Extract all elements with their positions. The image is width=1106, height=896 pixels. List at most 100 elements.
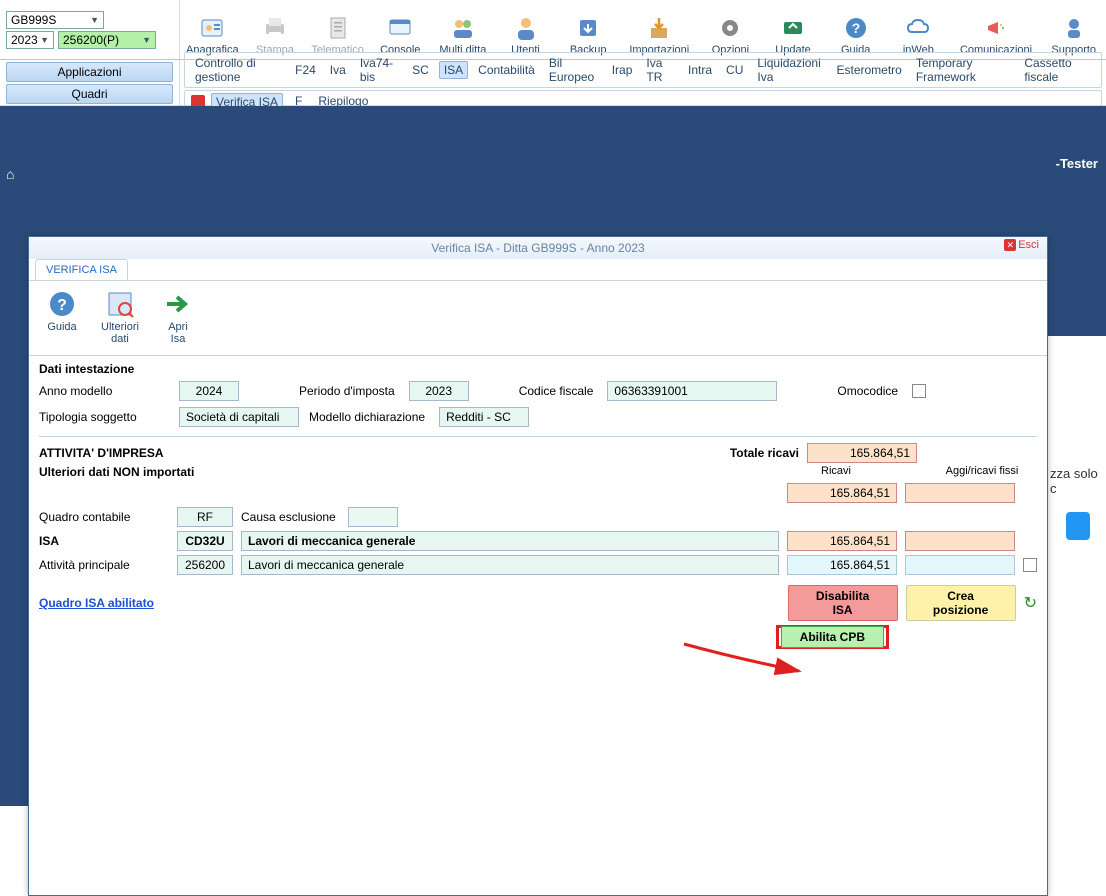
user-icon: [510, 12, 542, 44]
left-nav-buttons: Applicazioni Quadri: [0, 60, 180, 106]
field-modello[interactable]: Redditi - SC: [439, 407, 529, 427]
person-card-icon: [196, 12, 228, 44]
module-tab[interactable]: Esterometro: [832, 62, 905, 78]
form-dati-intestazione: Anno modello 2024 Periodo d'imposta 2023…: [29, 378, 1047, 430]
toolbar-label: Ulteriori dati: [101, 321, 139, 345]
module-tab[interactable]: Irap: [608, 62, 637, 78]
label-quadro-contabile: Quadro contabile: [39, 510, 169, 524]
field-tipologia[interactable]: Società di capitali: [179, 407, 299, 427]
refresh-icon[interactable]: ↻: [1024, 593, 1037, 613]
module-tab[interactable]: Iva74-bis: [356, 55, 402, 85]
module-tab[interactable]: CU: [722, 62, 747, 78]
module-tab[interactable]: Iva TR: [642, 55, 678, 85]
module-tab[interactable]: Controllo di gestione: [191, 55, 285, 85]
backup-icon: [572, 12, 604, 44]
label-causa-esclusione: Causa esclusione: [241, 510, 336, 524]
module-tab[interactable]: Iva: [326, 62, 350, 78]
totale-ricavi-value: 165.864,51: [807, 443, 917, 463]
toolbar-label: Apri Isa: [168, 321, 188, 345]
module-tab[interactable]: SC: [408, 62, 433, 78]
year-combo[interactable]: 2023 ▼: [6, 31, 54, 49]
close-icon: ✕: [1004, 239, 1016, 251]
help-icon: ?: [45, 287, 79, 321]
toolbar-label: Guida: [47, 321, 76, 333]
module-tab[interactable]: F24: [291, 62, 320, 78]
module-tab[interactable]: ISA: [439, 61, 468, 79]
modal-toolbar: ? Guida Ulteriori dati Apri Isa: [29, 281, 1047, 356]
toolbar-ulteriori-dati[interactable]: Ulteriori dati: [93, 287, 147, 345]
crea-posizione-button[interactable]: Crea posizione: [906, 585, 1016, 621]
verifica-isa-window: Verifica ISA - Ditta GB999S - Anno 2023 …: [28, 236, 1048, 896]
ulteriori-dati-label: Ulteriori dati NON importati: [39, 463, 781, 481]
module-tab[interactable]: Liquidazioni Iva: [753, 55, 826, 85]
col-ricavi: Ricavi: [781, 465, 891, 479]
code-combo[interactable]: 256200(P) ▼: [58, 31, 156, 49]
help-icon: ?: [840, 12, 872, 44]
aggi-value: [905, 483, 1015, 503]
code-value: 256200(P): [63, 33, 119, 47]
toolbar-apri-isa[interactable]: Apri Isa: [151, 287, 205, 345]
abilita-cpb-highlight: Abilita CPB: [776, 625, 889, 649]
svg-text:?: ?: [851, 20, 860, 36]
second-row: Applicazioni Quadri Controllo di gestion…: [0, 60, 1106, 106]
abilita-cpb-button[interactable]: Abilita CPB: [781, 626, 884, 648]
window-title: Verifica ISA - Ditta GB999S - Anno 2023: [431, 241, 644, 255]
window-title-bar: Verifica ISA - Ditta GB999S - Anno 2023 …: [29, 237, 1047, 259]
svg-text:?: ?: [57, 297, 67, 314]
link-quadro-isa-abilitato[interactable]: Quadro ISA abilitato: [39, 596, 154, 610]
side-panel: zza solo c: [1046, 336, 1106, 896]
chevron-down-icon: ▼: [142, 35, 151, 45]
field-att-princ-desc[interactable]: Lavori di meccanica generale: [241, 555, 779, 575]
field-quadro-contabile[interactable]: RF: [177, 507, 233, 527]
esci-label: Esci: [1018, 239, 1039, 251]
modal-tab-header: VERIFICA ISA: [29, 259, 1047, 281]
company-value: GB999S: [11, 13, 56, 27]
label-tipologia: Tipologia soggetto: [39, 410, 169, 424]
esci-button[interactable]: ✕ Esci: [1004, 239, 1039, 251]
tab-verifica-isa[interactable]: VERIFICA ISA: [35, 259, 128, 280]
module-tab[interactable]: Contabilità: [474, 62, 539, 78]
workspace: ⌂ -Tester zza solo c Verifica ISA - Ditt…: [0, 106, 1106, 806]
field-cf[interactable]: 06363391001: [607, 381, 777, 401]
quadri-button[interactable]: Quadri: [6, 84, 173, 104]
field-anno-modello[interactable]: 2024: [179, 381, 239, 401]
module-tab[interactable]: Temporary Framework: [912, 55, 1014, 85]
people-icon: [447, 12, 479, 44]
module-tab[interactable]: Bil Europeo: [545, 55, 602, 85]
label-attivita-principale: Attività principale: [39, 558, 169, 572]
side-action-button[interactable]: [1066, 512, 1090, 540]
activity-section: ATTIVITA' D'IMPRESA Totale ricavi 165.86…: [29, 443, 1047, 651]
home-icon[interactable]: ⌂: [6, 166, 14, 182]
search-data-icon: [103, 287, 137, 321]
disabilita-isa-button[interactable]: Disabilita ISA: [788, 585, 898, 621]
open-arrow-icon: [161, 287, 195, 321]
section-dati-intestazione: Dati intestazione: [29, 356, 1047, 378]
chevron-down-icon: ▼: [90, 15, 99, 25]
att-princ-aggi[interactable]: [905, 555, 1015, 575]
company-combo[interactable]: GB999S ▼: [6, 11, 104, 29]
field-causa-esclusione[interactable]: [348, 507, 398, 527]
isa-aggi: [905, 531, 1015, 551]
label-isa: ISA: [39, 534, 169, 548]
module-tab[interactable]: Intra: [684, 62, 716, 78]
field-periodo[interactable]: 2023: [409, 381, 469, 401]
field-att-princ-code[interactable]: 256200: [177, 555, 233, 575]
tester-label: -Tester: [1056, 156, 1098, 171]
field-isa-code[interactable]: CD32U: [177, 531, 233, 551]
side-text: zza solo c: [1046, 466, 1106, 496]
console-icon: [384, 12, 416, 44]
document-icon: [322, 12, 354, 44]
module-tabs: Controllo di gestione F24 Iva Iva74-bis SC IS…: [184, 52, 1102, 88]
att-princ-ricavi[interactable]: 165.864,51: [787, 555, 897, 575]
toolbar-guida[interactable]: ? Guida: [35, 287, 89, 345]
checkbox-omocodice[interactable]: [912, 384, 926, 398]
checkbox-att-princ[interactable]: [1023, 558, 1037, 572]
megaphone-icon: [980, 12, 1012, 44]
module-tab[interactable]: Cassetto fiscale: [1020, 55, 1095, 85]
label-anno-modello: Anno modello: [39, 384, 169, 398]
applicazioni-button[interactable]: Applicazioni: [6, 62, 173, 82]
printer-icon: [259, 12, 291, 44]
totale-ricavi-label: Totale ricavi: [649, 446, 799, 460]
field-isa-desc[interactable]: Lavori di meccanica generale: [241, 531, 779, 551]
import-icon: [643, 12, 675, 44]
